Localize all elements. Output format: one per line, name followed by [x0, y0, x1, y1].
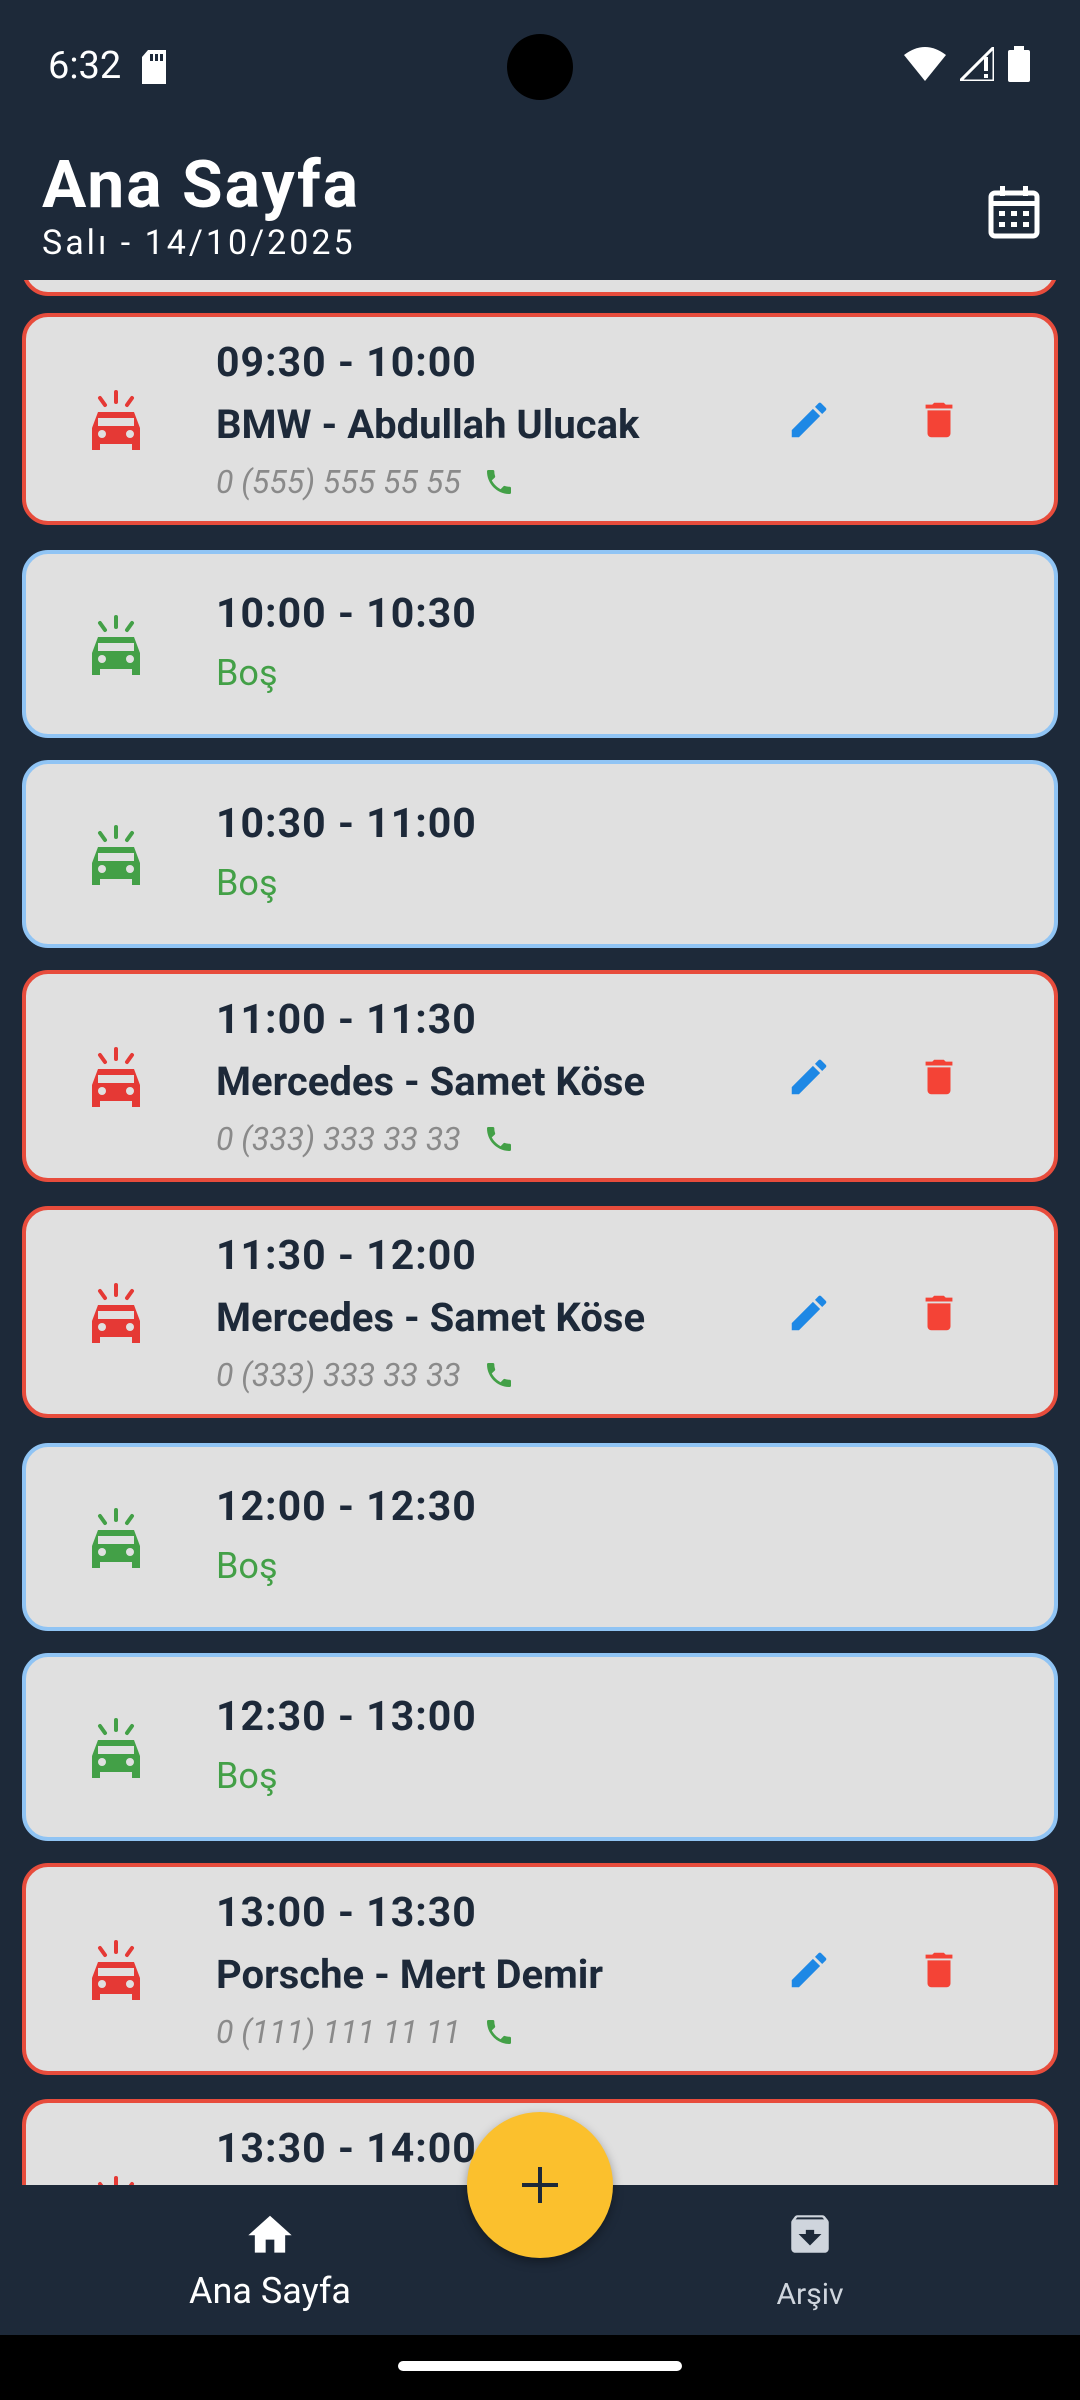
camera-cutout	[507, 34, 573, 100]
appointment-card[interactable]: 11:00 - 11:30 Mercedes - Samet Köse 0 (3…	[22, 970, 1058, 1182]
archive-icon	[791, 2215, 829, 2253]
edit-icon[interactable]	[786, 1290, 832, 1340]
appointment-phone: 0 (333) 333 33 33	[216, 1120, 461, 1158]
appointment-time: 13:30 - 14:00	[216, 2125, 477, 2173]
appointment-name: Mercedes - Samet Köse	[216, 1058, 646, 1105]
car-busy-icon	[88, 1047, 144, 1117]
status-icons	[904, 46, 1030, 82]
appointment-card[interactable]: 10:00 - 10:30 Boş	[22, 550, 1058, 738]
appointment-card[interactable]: 09:30 - 10:00 BMW - Abdullah Ulucak 0 (5…	[22, 313, 1058, 525]
appointment-time: 10:30 - 11:00	[216, 800, 477, 848]
home-icon	[248, 2215, 292, 2253]
car-free-icon	[88, 825, 144, 895]
page-title: Ana Sayfa	[42, 147, 361, 224]
appointment-time: 13:00 - 13:30	[216, 1889, 477, 1937]
appointment-name: Porsche - Mert Demir	[216, 1951, 603, 1998]
appointment-time: 12:00 - 12:30	[216, 1483, 477, 1531]
calendar-icon[interactable]	[988, 185, 1040, 243]
appointment-card[interactable]: 13:00 - 13:30 Porsche - Mert Demir 0 (11…	[22, 1863, 1058, 2075]
appointment-time: 11:00 - 11:30	[216, 996, 477, 1044]
appointment-card-partial[interactable]	[22, 280, 1058, 296]
appointment-card[interactable]: 12:30 - 13:00 Boş	[22, 1653, 1058, 1841]
edit-icon[interactable]	[786, 397, 832, 447]
appointment-phone: 0 (333) 333 33 33	[216, 1356, 461, 1394]
home-indicator[interactable]	[398, 2361, 682, 2371]
appointment-list[interactable]: 09:30 - 10:00 BMW - Abdullah Ulucak 0 (5…	[0, 280, 1080, 2185]
wifi-icon	[904, 47, 946, 81]
app-header: Ana Sayfa Salı - 14/10/2025	[0, 135, 1080, 285]
nav-archive-label: Arşiv	[776, 2277, 844, 2312]
delete-icon[interactable]	[916, 1054, 962, 1104]
appointment-phone: 0 (555) 555 55 55	[216, 463, 461, 501]
phone-icon[interactable]	[483, 2016, 515, 2048]
nav-home[interactable]: Ana Sayfa	[145, 2209, 395, 2312]
gesture-bar	[0, 2335, 1080, 2400]
appointment-status: Boş	[216, 862, 278, 904]
appointment-card[interactable]: 10:30 - 11:00 Boş	[22, 760, 1058, 948]
car-free-icon	[88, 1508, 144, 1578]
edit-icon[interactable]	[786, 1947, 832, 1997]
nav-archive[interactable]: Arşiv	[690, 2209, 930, 2312]
appointment-card[interactable]: 12:00 - 12:30 Boş	[22, 1443, 1058, 1631]
appointment-name: Mercedes - Samet Köse	[216, 1294, 646, 1341]
appointment-status: Boş	[216, 652, 278, 694]
appointment-time: 09:30 - 10:00	[216, 339, 477, 387]
car-free-icon	[88, 615, 144, 685]
car-busy-icon	[88, 1940, 144, 2010]
page-date: Salı - 14/10/2025	[42, 223, 356, 263]
appointment-time: 12:30 - 13:00	[216, 1693, 477, 1741]
appointment-time: 11:30 - 12:00	[216, 1232, 477, 1280]
appointment-name: BMW - Abdullah Ulucak	[216, 401, 640, 448]
signal-icon	[960, 47, 994, 81]
status-bar: 6:32	[0, 0, 1080, 135]
delete-icon[interactable]	[916, 1947, 962, 1997]
plus-icon	[522, 2167, 558, 2203]
delete-icon[interactable]	[916, 1290, 962, 1340]
appointment-phone-row: 0 (111) 111 11 11	[216, 2013, 515, 2051]
appointment-phone-row: 0 (333) 333 33 33	[216, 1120, 515, 1158]
appointment-status: Boş	[216, 1545, 278, 1587]
appointment-card[interactable]: 11:30 - 12:00 Mercedes - Samet Köse 0 (3…	[22, 1206, 1058, 1418]
appointment-time: 10:00 - 10:30	[216, 590, 477, 638]
car-busy-icon	[88, 1283, 144, 1353]
add-appointment-button[interactable]	[467, 2112, 613, 2258]
car-busy-icon	[88, 2176, 144, 2185]
battery-icon	[1008, 46, 1030, 82]
phone-icon[interactable]	[483, 1123, 515, 1155]
edit-icon[interactable]	[786, 1054, 832, 1104]
phone-icon[interactable]	[483, 1359, 515, 1391]
appointment-phone-row: 0 (333) 333 33 33	[216, 1356, 515, 1394]
appointment-phone: 0 (111) 111 11 11	[216, 2013, 461, 2051]
delete-icon[interactable]	[916, 397, 962, 447]
sd-card-icon	[140, 50, 168, 88]
phone-icon[interactable]	[483, 466, 515, 498]
appointment-phone-row: 0 (555) 555 55 55	[216, 463, 515, 501]
appointment-status: Boş	[216, 1755, 278, 1797]
car-free-icon	[88, 1718, 144, 1788]
nav-home-label: Ana Sayfa	[189, 2270, 351, 2312]
car-busy-icon	[88, 390, 144, 460]
status-time: 6:32	[48, 44, 122, 88]
